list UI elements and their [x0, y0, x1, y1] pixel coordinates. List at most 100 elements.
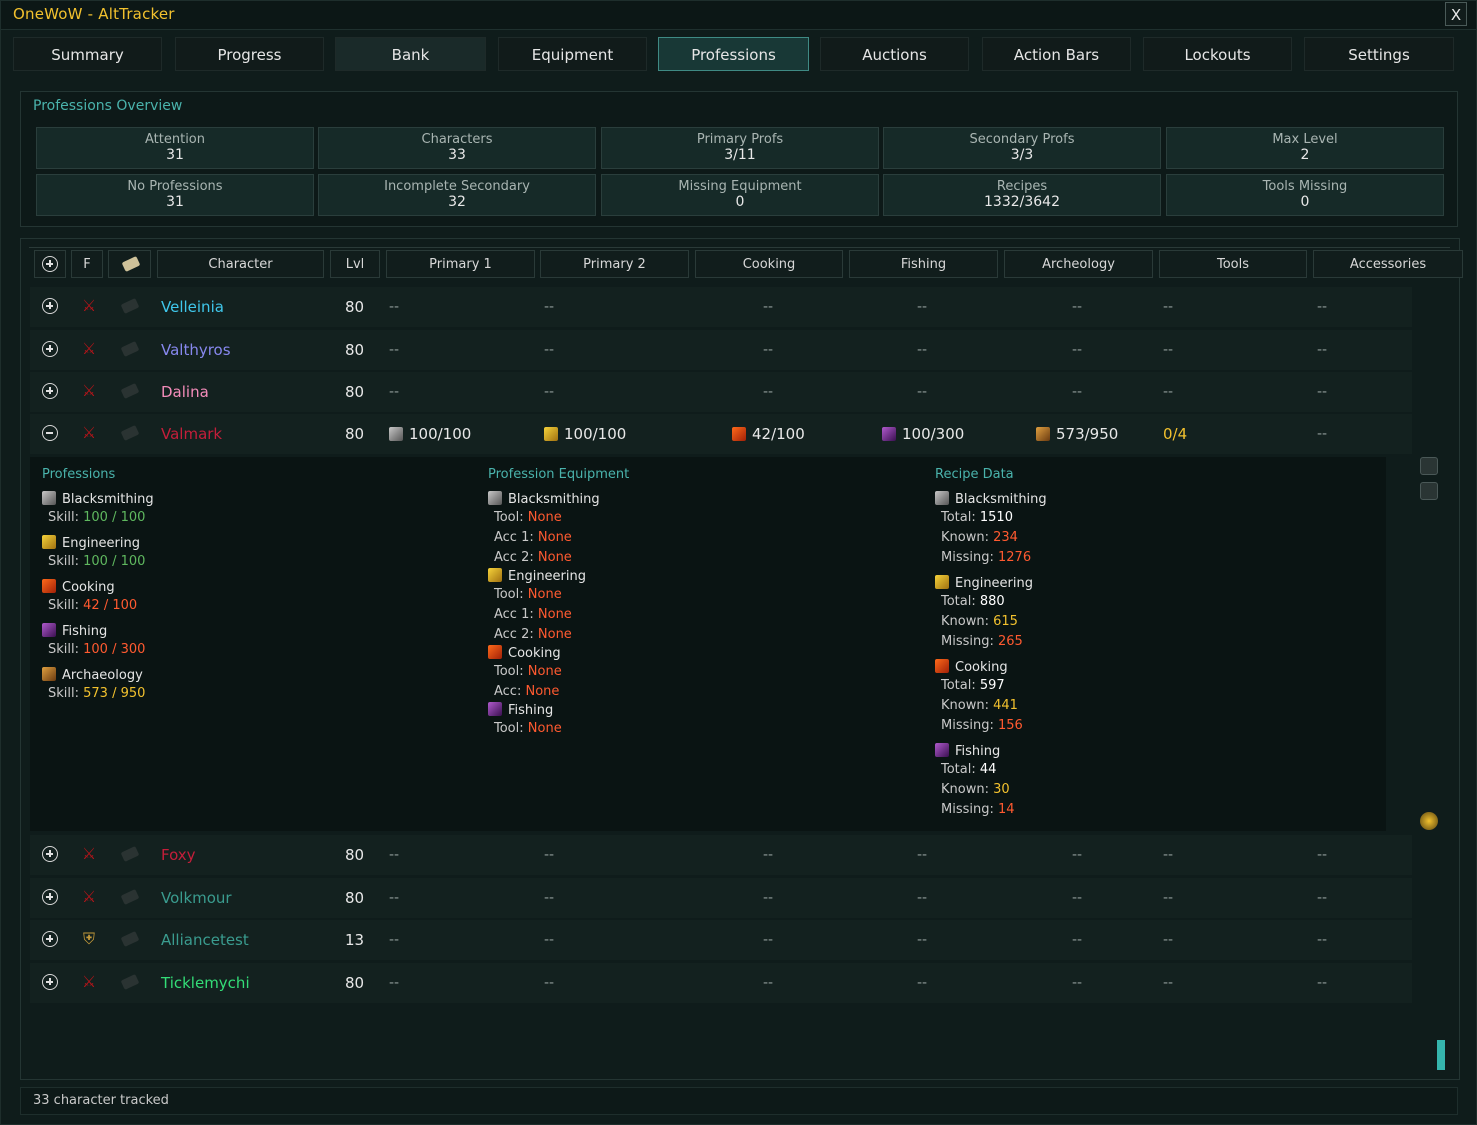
expand-row-icon[interactable]: [42, 298, 58, 314]
header-level[interactable]: Lvl: [330, 250, 380, 278]
header-accessories[interactable]: Accessories: [1313, 250, 1463, 278]
header-archeology[interactable]: Archeology: [1004, 250, 1153, 278]
cooking-value: --: [763, 299, 774, 315]
tab-settings[interactable]: Settings: [1304, 37, 1454, 71]
known-value: 234: [993, 530, 1018, 545]
fishing-icon: [42, 623, 56, 637]
acc2-label: Acc 2:: [494, 627, 534, 642]
table-row[interactable]: ⚔ Volkmour 80 -- -- -- -- -- -- --: [30, 878, 1412, 918]
profession-name: Cooking: [488, 645, 629, 662]
expand-row-icon[interactable]: [42, 889, 58, 905]
character-name[interactable]: Alliancetest: [161, 920, 249, 960]
character-name[interactable]: Dalina: [161, 372, 209, 412]
tab-action-bars[interactable]: Action Bars: [982, 37, 1131, 71]
scroll-up-button[interactable]: [1420, 457, 1438, 475]
table-row[interactable]: ⚔ Ticklemychi 80 -- -- -- -- -- -- --: [30, 963, 1412, 1003]
table-row[interactable]: ⚔ Valmark 80 100/100 100/100 42/100 100/…: [30, 414, 1412, 454]
acc1-row: Acc 1: None: [488, 605, 629, 625]
profession-name: Engineering: [42, 535, 154, 552]
table-row[interactable]: ⚔ Foxy 80 -- -- -- -- -- -- --: [30, 835, 1412, 875]
table-row[interactable]: ⛨ Alliancetest 13 -- -- -- -- -- -- --: [30, 920, 1412, 960]
missing-value: 156: [998, 718, 1023, 733]
character-level: 80: [345, 425, 365, 443]
note-icon[interactable]: [120, 974, 140, 990]
stat-max-level: Max Level 2: [1166, 127, 1444, 169]
stat-missing-equipment: Missing Equipment 0: [601, 174, 879, 216]
expand-row-icon[interactable]: [42, 341, 58, 357]
character-level: 80: [345, 298, 365, 316]
tab-progress[interactable]: Progress: [175, 37, 324, 71]
note-icon[interactable]: [120, 425, 140, 441]
title-bar[interactable]: OneWoW - AltTracker X: [1, 1, 1476, 30]
tab-equipment[interactable]: Equipment: [498, 37, 647, 71]
acc1-value: None: [537, 607, 572, 622]
tool-label: Tool:: [494, 587, 524, 602]
tool-row: Tool: None: [488, 508, 629, 528]
primary-2-value: 100/100: [544, 414, 626, 454]
expand-all-button[interactable]: [34, 250, 66, 278]
expand-row-icon[interactable]: [42, 846, 58, 862]
note-icon[interactable]: [120, 931, 140, 947]
note-icon[interactable]: [120, 298, 140, 314]
acc1-label: Acc 1:: [494, 607, 534, 622]
horde-icon: ⚔: [81, 339, 97, 358]
header-cooking[interactable]: Cooking: [695, 250, 843, 278]
tab-summary[interactable]: Summary: [13, 37, 162, 71]
scrollbar-thumb[interactable]: [1437, 1040, 1445, 1070]
known-label: Known:: [941, 698, 989, 713]
character-level: 80: [345, 846, 365, 864]
header-character[interactable]: Character: [157, 250, 324, 278]
character-name[interactable]: Volkmour: [161, 878, 232, 918]
tab-bank[interactable]: Bank: [335, 37, 486, 71]
scroll-thumb-button[interactable]: [1420, 482, 1438, 500]
profession-name: Fishing: [488, 702, 629, 719]
tab-lockouts[interactable]: Lockouts: [1143, 37, 1292, 71]
profession-name: Archaeology: [42, 667, 154, 684]
tab-auctions[interactable]: Auctions: [820, 37, 969, 71]
tools-value: --: [1163, 384, 1174, 400]
primary-2-value: --: [544, 975, 555, 991]
cooking-value: --: [763, 342, 774, 358]
note-icon[interactable]: [120, 889, 140, 905]
header-fishing[interactable]: Fishing: [849, 250, 998, 278]
header-divider: [29, 247, 1450, 248]
character-name[interactable]: Foxy: [161, 835, 196, 875]
cooking-value: 42/100: [732, 414, 805, 454]
blacksmithing-icon: [488, 491, 502, 505]
missing-row: Missing: 265: [935, 632, 1047, 652]
note-icon[interactable]: [120, 383, 140, 399]
table-row[interactable]: ⚔ Dalina 80 -- -- -- -- -- -- --: [30, 372, 1412, 412]
expand-row-icon[interactable]: [42, 383, 58, 399]
stat-attention: Attention 31: [36, 127, 314, 169]
note-icon[interactable]: [120, 341, 140, 357]
primary-1-value: --: [389, 847, 400, 863]
header-faction[interactable]: F: [71, 250, 103, 278]
character-name[interactable]: Valthyros: [161, 330, 231, 370]
cooking-icon: [42, 579, 56, 593]
known-value: 441: [993, 698, 1018, 713]
profession-label: Blacksmithing: [508, 492, 600, 507]
archeology-value: --: [1072, 299, 1083, 315]
note-icon[interactable]: [120, 846, 140, 862]
tab-professions[interactable]: Professions: [658, 37, 809, 71]
character-name[interactable]: Valmark: [161, 414, 222, 454]
character-name[interactable]: Velleinia: [161, 287, 224, 327]
expand-row-icon[interactable]: [42, 931, 58, 947]
character-name[interactable]: Ticklemychi: [161, 963, 250, 1003]
table-row[interactable]: ⚔ Valthyros 80 -- -- -- -- -- -- --: [30, 330, 1412, 370]
collapse-row-icon[interactable]: [42, 425, 58, 441]
header-tools[interactable]: Tools: [1159, 250, 1307, 278]
cooking-icon: [732, 427, 746, 441]
expand-row-icon[interactable]: [42, 974, 58, 990]
stat-value: 31: [166, 147, 184, 163]
total-label: Total:: [941, 594, 976, 609]
stat-recipes: Recipes 1332/3642: [883, 174, 1161, 216]
header-primary-2[interactable]: Primary 2: [540, 250, 689, 278]
header-notes[interactable]: [108, 250, 151, 278]
close-button[interactable]: X: [1445, 2, 1467, 26]
stat-primary-profs: Primary Profs 3/11: [601, 127, 879, 169]
table-row[interactable]: ⚔ Velleinia 80 -- -- -- -- -- -- --: [30, 287, 1412, 327]
header-primary-1[interactable]: Primary 1: [386, 250, 535, 278]
minimap-icon[interactable]: [1420, 812, 1438, 830]
tools-value: --: [1163, 975, 1174, 991]
